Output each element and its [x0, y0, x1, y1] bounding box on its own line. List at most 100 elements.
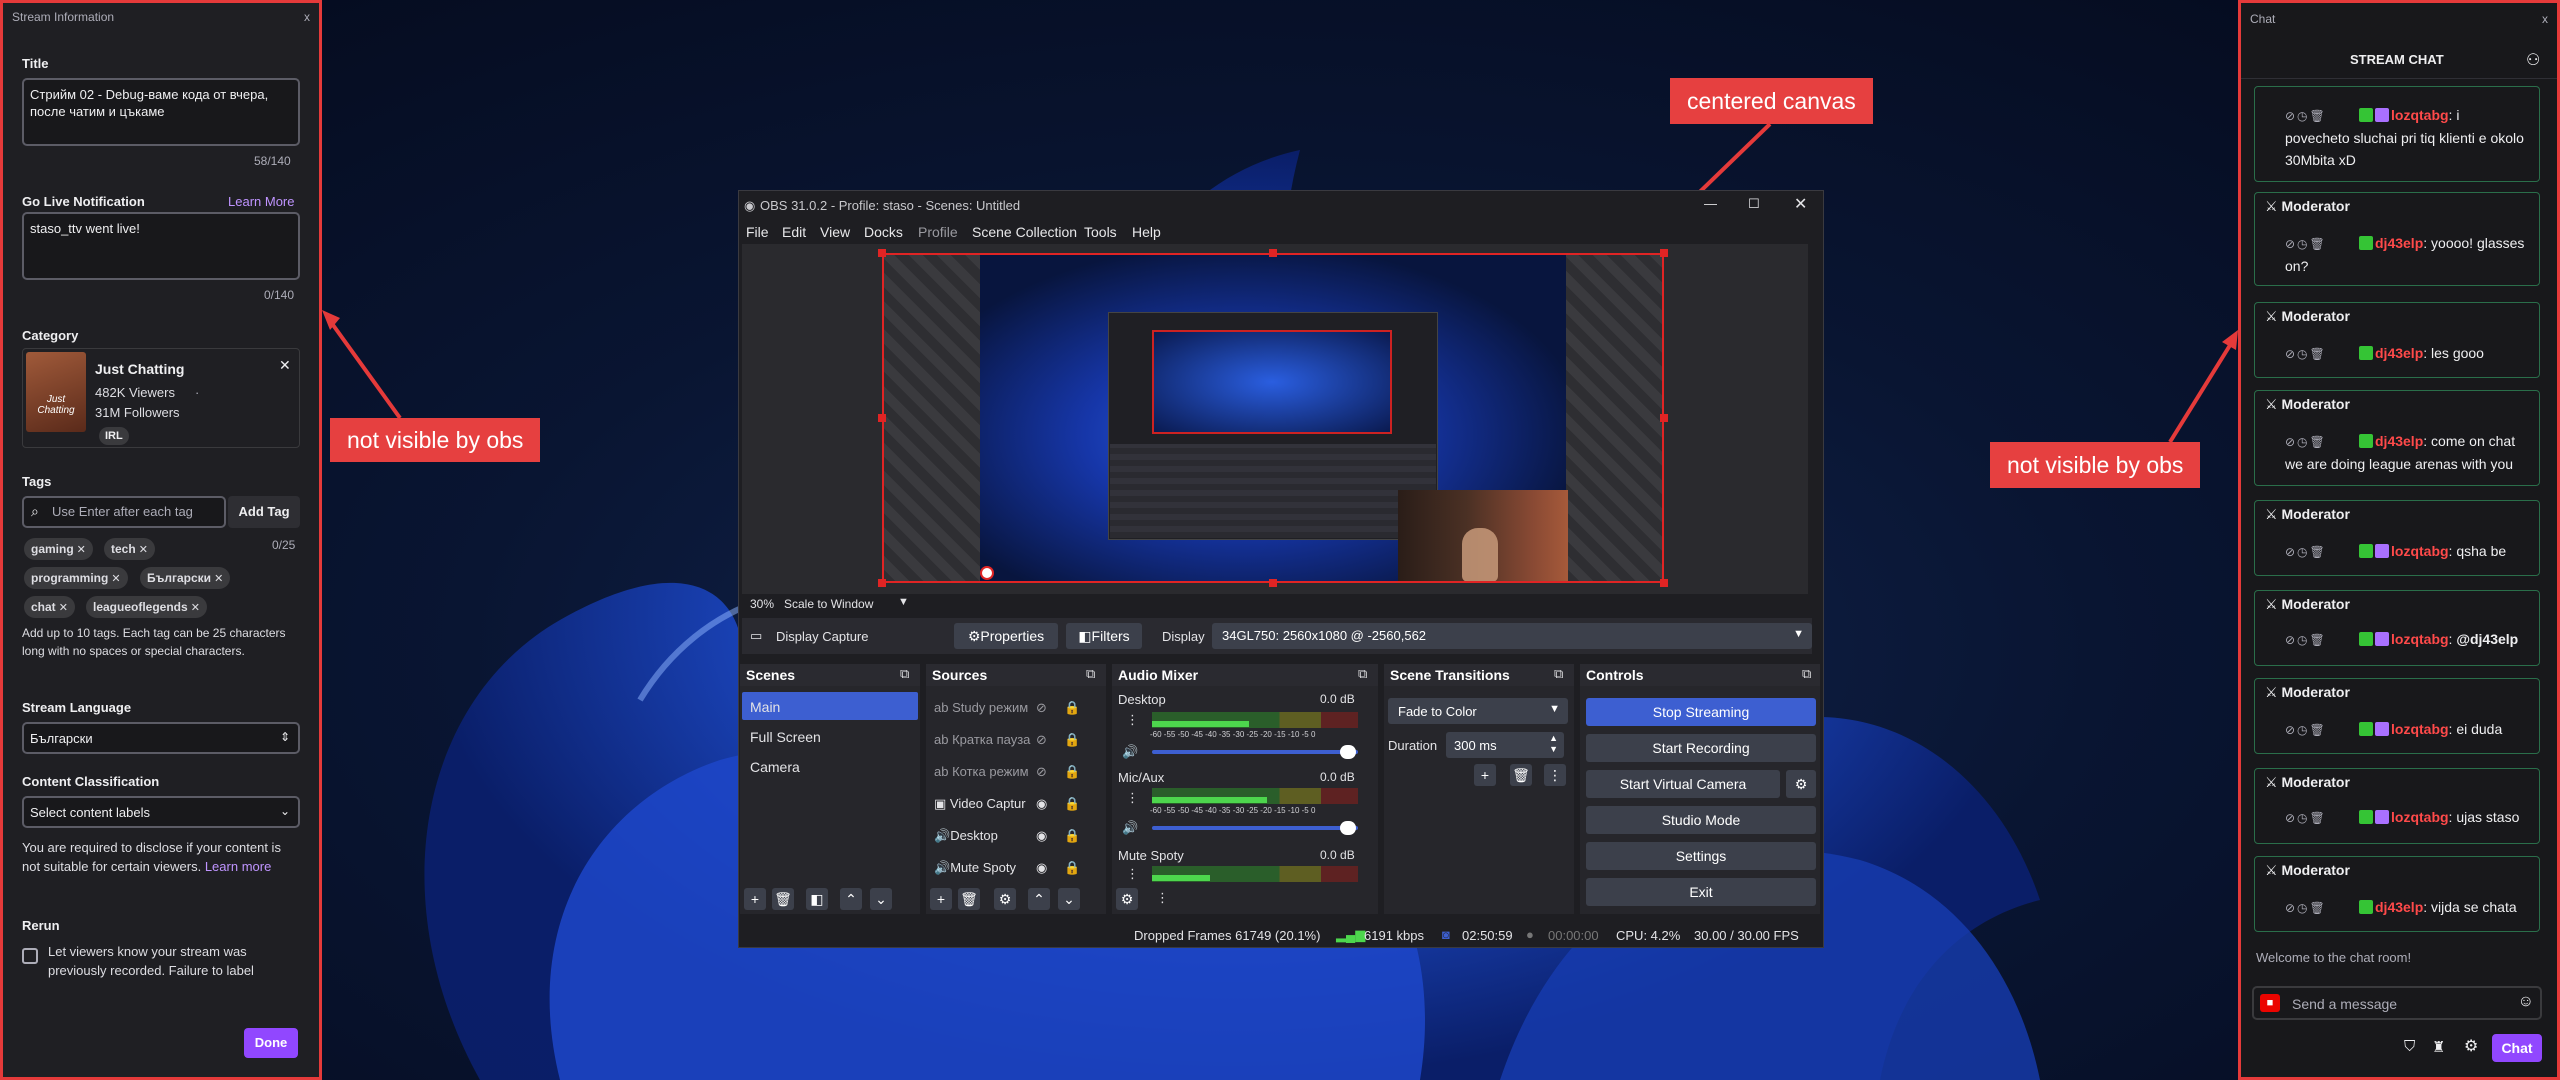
menu-help[interactable]: Help	[1132, 224, 1161, 240]
resize-handle[interactable]	[878, 249, 886, 257]
menu-edit[interactable]: Edit	[782, 224, 806, 240]
eye-icon[interactable]: ◉	[1036, 796, 1047, 812]
lock-icon[interactable]: 🔒	[1064, 860, 1080, 876]
resize-handle[interactable]	[1269, 579, 1277, 587]
exit-button[interactable]: Exit	[1586, 878, 1816, 906]
menu-scene-collection[interactable]: Scene Collection	[972, 224, 1077, 240]
channel-menu-icon[interactable]: ⋮	[1126, 790, 1139, 806]
mixer-channel-db: 0.0 dB	[1320, 692, 1355, 706]
menu-file[interactable]: File	[746, 224, 769, 240]
advanced-audio-button[interactable]: ⚙	[1116, 888, 1138, 910]
volume-slider-knob[interactable]	[1340, 821, 1356, 835]
transition-menu-button[interactable]: ⋮	[1544, 764, 1566, 786]
move-up-button[interactable]: ⌃	[1028, 888, 1050, 910]
stream-time: 02:50:59	[1462, 928, 1513, 943]
menu-tools[interactable]: Tools	[1084, 224, 1117, 240]
volume-slider-knob[interactable]	[1340, 745, 1356, 759]
float-dock-icon[interactable]: ⧉	[900, 666, 909, 682]
remove-source-button[interactable]: 🗑	[958, 888, 980, 910]
studio-mode-button[interactable]: Studio Mode	[1586, 806, 1816, 834]
properties-button[interactable]: ⚙ Properties	[954, 623, 1058, 649]
maximize-icon[interactable]: ☐	[1748, 196, 1760, 212]
lock-icon[interactable]: 🔒	[1064, 732, 1080, 748]
canvas-selection-box[interactable]	[882, 253, 1664, 583]
source-item[interactable]: ▣ Video Captur	[934, 796, 1026, 812]
selected-source-name: Display Capture	[776, 629, 869, 644]
obs-logo-icon: ◉	[744, 198, 756, 213]
spinner-icon[interactable]: ▲ ▼	[1549, 733, 1558, 755]
display-select[interactable]: 34GL750: 2560x1080 @ -2560,562 ▼	[1212, 623, 1812, 649]
float-dock-icon[interactable]: ⧉	[1358, 666, 1367, 682]
hidden-eye-icon[interactable]: ⊘	[1036, 732, 1047, 748]
menu-profile[interactable]: Profile	[918, 224, 958, 240]
float-dock-icon[interactable]: ⧉	[1086, 666, 1095, 682]
volume-slider[interactable]	[1152, 750, 1358, 754]
resize-handle[interactable]	[878, 579, 886, 587]
resize-handle[interactable]	[878, 414, 886, 422]
scene-filters-button[interactable]: ◧	[806, 888, 828, 910]
hidden-eye-icon[interactable]: ⊘	[1036, 764, 1047, 780]
menu-view[interactable]: View	[820, 224, 850, 240]
mixer-menu-icon[interactable]: ⋮	[1156, 890, 1169, 906]
stop-streaming-button[interactable]: Stop Streaming	[1586, 698, 1816, 726]
virtual-camera-settings-icon[interactable]: ⚙	[1786, 770, 1816, 798]
transition-select[interactable]: Fade to Color ▼	[1388, 698, 1568, 724]
add-transition-button[interactable]: +	[1474, 764, 1496, 786]
mixer-channel-db: 0.0 dB	[1320, 770, 1355, 784]
move-down-button[interactable]: ⌄	[1058, 888, 1080, 910]
move-down-button[interactable]: ⌄	[870, 888, 892, 910]
source-item[interactable]: 🔊Desktop	[934, 828, 998, 844]
scene-item-full-screen[interactable]: Full Screen	[750, 729, 821, 745]
duration-label: Duration	[1388, 738, 1438, 753]
meter-scale: -60 -55 -50 -45 -40 -35 -30 -25 -20 -15 …	[1150, 730, 1316, 739]
resize-handle[interactable]	[1269, 249, 1277, 257]
eye-icon[interactable]: ◉	[1036, 828, 1047, 844]
close-icon[interactable]: ✕	[1794, 194, 1807, 214]
record-icon: ●	[1526, 927, 1534, 942]
source-item[interactable]: ab Котка режим	[934, 764, 1029, 779]
live-icon: ◙	[1442, 927, 1450, 942]
signal-icon: ▂▄▆	[1336, 927, 1366, 942]
volume-meter-level	[1152, 797, 1267, 803]
speaker-icon[interactable]: 🔊	[1122, 820, 1138, 836]
rotation-handle-icon[interactable]	[980, 566, 994, 580]
resize-handle[interactable]	[1660, 579, 1668, 587]
start-virtual-camera-button[interactable]: Start Virtual Camera	[1586, 770, 1780, 798]
scale-mode[interactable]: Scale to Window	[784, 597, 873, 611]
menu-docks[interactable]: Docks	[864, 224, 903, 240]
obs-title: OBS 31.0.2 - Profile: staso - Scenes: Un…	[760, 198, 1021, 213]
remove-transition-button[interactable]: 🗑	[1510, 764, 1532, 786]
add-source-button[interactable]: +	[930, 888, 952, 910]
scene-item-camera[interactable]: Camera	[750, 759, 800, 775]
channel-menu-icon[interactable]: ⋮	[1126, 866, 1139, 882]
duration-input[interactable]: 300 ms ▲ ▼	[1446, 732, 1564, 758]
source-item[interactable]: 🔊Mute Spoty	[934, 860, 1016, 876]
hidden-eye-icon[interactable]: ⊘	[1036, 700, 1047, 716]
speaker-icon[interactable]: 🔊	[1122, 744, 1138, 760]
lock-icon[interactable]: 🔒	[1064, 764, 1080, 780]
chevron-down-icon[interactable]: ▼	[898, 596, 909, 608]
source-item[interactable]: ab Study режим	[934, 700, 1028, 715]
settings-button[interactable]: Settings	[1586, 842, 1816, 870]
resize-handle[interactable]	[1660, 414, 1668, 422]
add-scene-button[interactable]: +	[744, 888, 766, 910]
lock-icon[interactable]: 🔒	[1064, 700, 1080, 716]
lock-icon[interactable]: 🔒	[1064, 828, 1080, 844]
float-dock-icon[interactable]: ⧉	[1802, 666, 1811, 682]
channel-menu-icon[interactable]: ⋮	[1126, 712, 1139, 728]
lock-icon[interactable]: 🔒	[1064, 796, 1080, 812]
source-properties-button[interactable]: ⚙	[994, 888, 1016, 910]
source-item[interactable]: ab Кратка пауза	[934, 732, 1030, 747]
meter-scale: -60 -55 -50 -45 -40 -35 -30 -25 -20 -15 …	[1150, 806, 1316, 815]
move-up-button[interactable]: ⌃	[840, 888, 862, 910]
bitrate: 6191 kbps	[1364, 928, 1424, 943]
resize-handle[interactable]	[1660, 249, 1668, 257]
minimize-icon[interactable]: —	[1704, 196, 1717, 211]
dropped-frames: Dropped Frames 61749 (20.1%)	[1134, 928, 1321, 943]
volume-slider[interactable]	[1152, 826, 1358, 830]
eye-icon[interactable]: ◉	[1036, 860, 1047, 876]
float-dock-icon[interactable]: ⧉	[1554, 666, 1563, 682]
filters-button[interactable]: ◧ Filters	[1066, 623, 1142, 649]
start-recording-button[interactable]: Start Recording	[1586, 734, 1816, 762]
remove-scene-button[interactable]: 🗑	[772, 888, 794, 910]
